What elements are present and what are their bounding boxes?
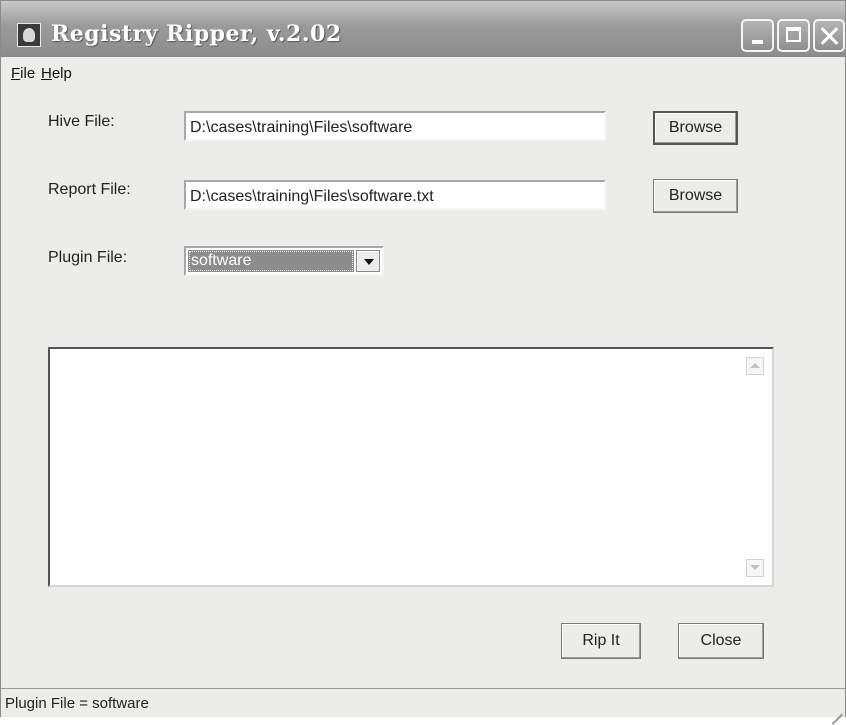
status-text: Plugin File = software	[5, 695, 149, 712]
menu-file[interactable]: File	[11, 65, 35, 82]
scroll-up-icon[interactable]	[746, 357, 764, 375]
window-title: Registry Ripper, v.2.02	[51, 21, 342, 47]
resize-grip-icon[interactable]	[827, 699, 843, 725]
scroll-down-icon[interactable]	[746, 559, 764, 577]
rip-it-button[interactable]: Rip It	[561, 623, 641, 659]
close-button[interactable]: Close	[678, 623, 764, 659]
hive-browse-button[interactable]: Browse	[653, 111, 738, 145]
chevron-down-icon[interactable]	[356, 250, 380, 272]
title-bar[interactable]: Registry Ripper, v.2.02	[1, 1, 845, 57]
report-browse-button[interactable]: Browse	[653, 179, 738, 213]
menu-file-mnemonic: F	[11, 65, 21, 82]
output-textarea[interactable]	[48, 347, 774, 587]
maximize-button[interactable]	[777, 19, 810, 52]
report-file-input[interactable]: D:\cases\training\Files\software.txt	[184, 180, 606, 210]
hive-file-input[interactable]: D:\cases\training\Files\software	[184, 111, 606, 141]
menu-bar: File Help	[1, 59, 845, 85]
report-file-label: Report File:	[48, 181, 131, 198]
hive-file-label: Hive File:	[48, 113, 115, 130]
close-window-button[interactable]	[813, 19, 845, 52]
app-icon[interactable]	[17, 23, 41, 47]
menu-help-label: elp	[51, 65, 72, 82]
plugin-file-selected-value: software	[188, 250, 354, 272]
menu-help[interactable]: Help	[41, 65, 72, 82]
menu-file-label: ile	[20, 65, 36, 82]
vertical-scrollbar[interactable]	[744, 353, 768, 581]
plugin-file-select[interactable]: software	[184, 246, 384, 276]
registry-ripper-window: Registry Ripper, v.2.02 File Help Hive F…	[0, 0, 846, 725]
plugin-file-label: Plugin File:	[48, 249, 128, 266]
minimize-button[interactable]	[741, 19, 774, 52]
menu-help-mnemonic: H	[41, 65, 52, 82]
status-bar: Plugin File = software	[1, 688, 845, 725]
